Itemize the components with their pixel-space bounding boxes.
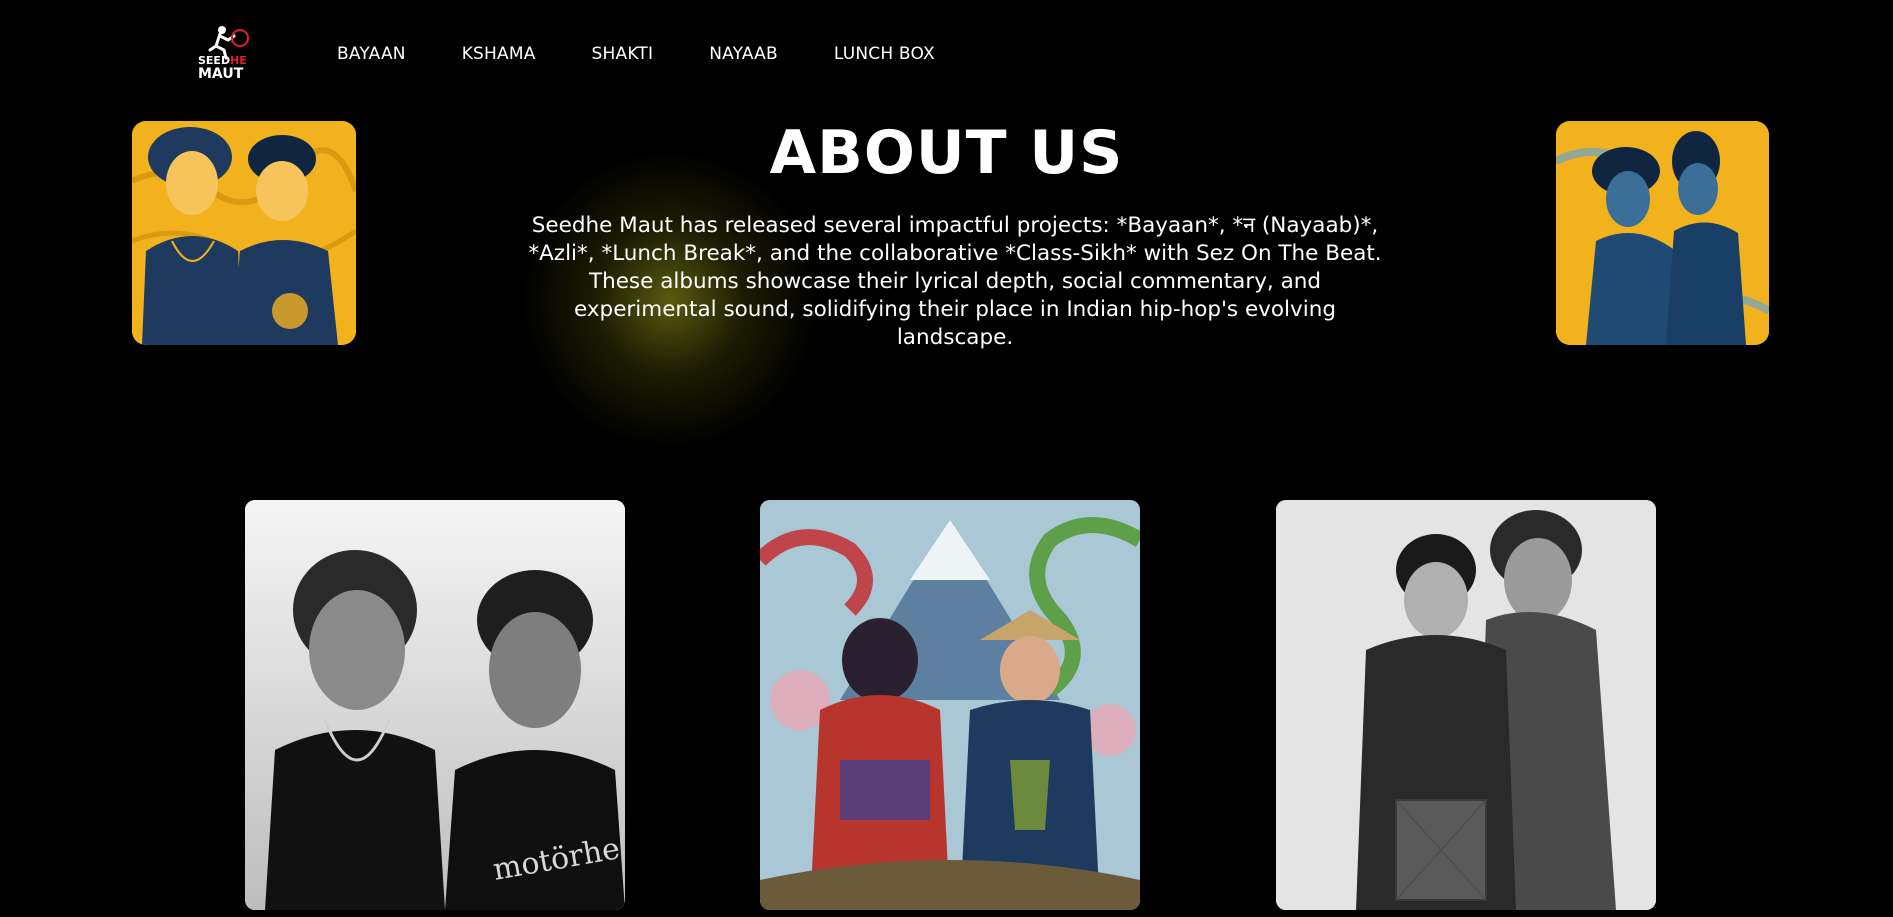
nav-item-shakti[interactable]: SHAKTI	[592, 44, 654, 64]
nav-item-lunch-box[interactable]: LUNCH BOX	[834, 44, 935, 64]
about-description: Seedhe Maut has released several impactf…	[528, 213, 1382, 350]
photo-card-duo-gray[interactable]	[1276, 500, 1656, 910]
nav-item-kshama[interactable]: KSHAMA	[462, 44, 536, 64]
about-page: SEEDHE MAUT BAYAAN KSHAMA SHAKTI NAYAAB …	[0, 0, 1893, 917]
svg-text:MAUT: MAUT	[198, 66, 244, 82]
logo-mark-icon: SEEDHE MAUT	[198, 26, 249, 82]
photo-card-duo-bw[interactable]: motörhe	[245, 500, 625, 910]
nav-item-nayaab[interactable]: NAYAAB	[709, 44, 778, 64]
brand-logo[interactable]: SEEDHE MAUT	[196, 24, 256, 82]
main-nav: BAYAAN KSHAMA SHAKTI NAYAAB LUNCH BOX	[337, 44, 935, 64]
illustration-right	[1556, 121, 1769, 345]
artwork-card-samurai[interactable]	[760, 500, 1140, 910]
nav-item-bayaan[interactable]: BAYAAN	[337, 44, 406, 64]
